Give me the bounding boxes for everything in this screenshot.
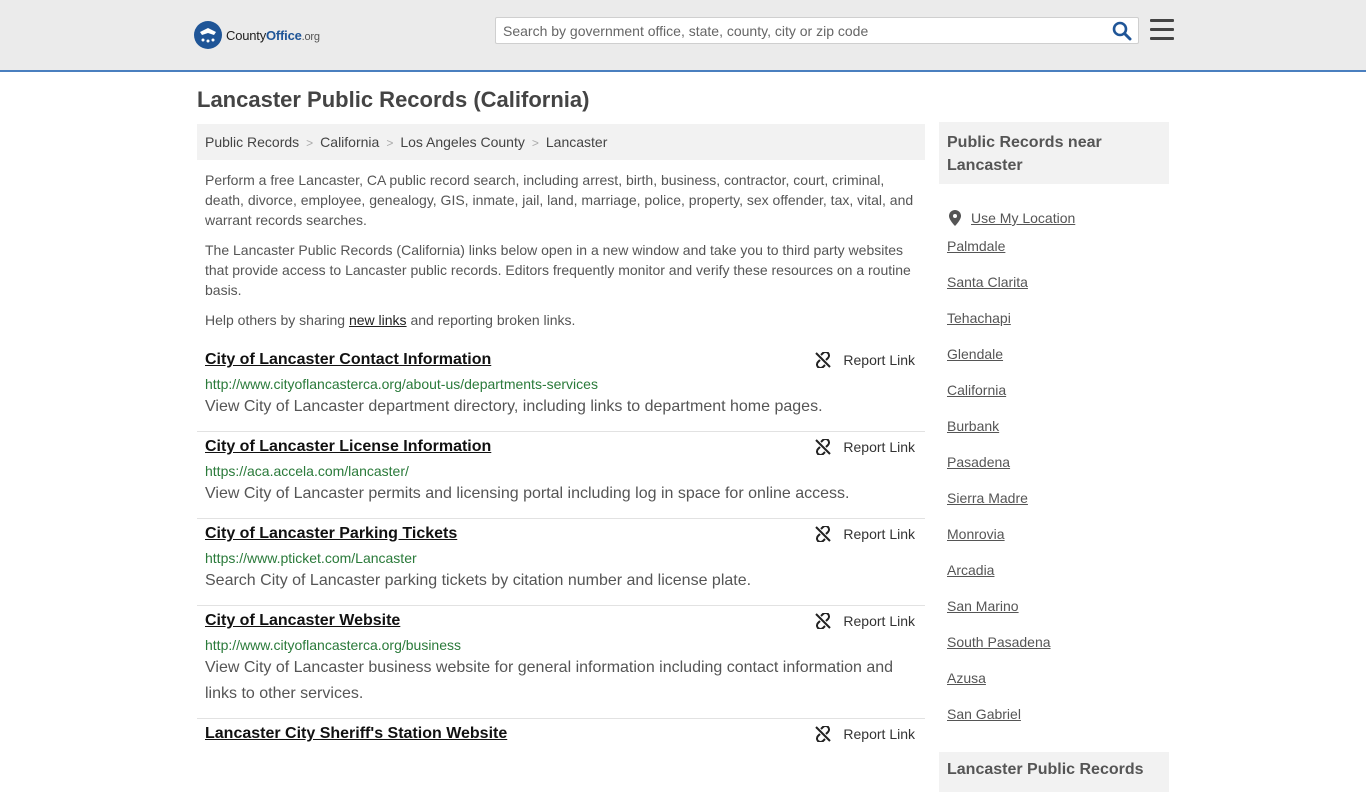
page-title: Lancaster Public Records (California) xyxy=(197,87,590,112)
use-my-location-item: Use My Location xyxy=(947,200,1075,236)
record-url: https://aca.accela.com/lancaster/ xyxy=(205,463,409,479)
nearby-item: Palmdale xyxy=(947,236,1075,272)
nearby-link-glendale[interactable]: Glendale xyxy=(947,346,1003,362)
nearby-item: South Pasadena xyxy=(947,632,1075,668)
sidebar-heading: Public Records near Lancaster xyxy=(939,122,1169,184)
record-description: View City of Lancaster department direct… xyxy=(205,398,823,415)
broken-link-icon xyxy=(815,613,832,629)
new-links-link[interactable]: new links xyxy=(349,312,407,328)
record-list: City of Lancaster Contact Information Re… xyxy=(197,345,925,755)
intro-paragraph-3: Help others by sharing new links and rep… xyxy=(205,312,576,328)
intro-paragraph-2: The Lancaster Public Records (California… xyxy=(205,242,911,298)
nearby-link-arcadia[interactable]: Arcadia xyxy=(947,562,994,578)
nearby-item: Glendale xyxy=(947,344,1075,380)
nearby-item: Arcadia xyxy=(947,560,1075,596)
record-item: City of Lancaster Contact Information Re… xyxy=(197,345,925,432)
breadcrumb-los-angeles-county[interactable]: Los Angeles County xyxy=(400,134,525,150)
search-icon[interactable] xyxy=(1112,21,1132,41)
record-title-link[interactable]: City of Lancaster Website xyxy=(205,611,765,631)
nearby-list: Use My Location Palmdale Santa Clarita T… xyxy=(947,200,1075,740)
breadcrumb-separator-icon: > xyxy=(386,136,394,150)
nearby-item: Santa Clarita xyxy=(947,272,1075,308)
sidebar-heading-2: Lancaster Public Records xyxy=(939,752,1169,792)
report-link-button[interactable]: Report Link xyxy=(815,726,915,742)
search-box xyxy=(495,17,1139,44)
record-title-link[interactable]: Lancaster City Sheriff's Station Website xyxy=(205,724,765,744)
nearby-item: California xyxy=(947,380,1075,416)
use-my-location-link[interactable]: Use My Location xyxy=(971,208,1075,228)
nearby-link-palmdale[interactable]: Palmdale xyxy=(947,238,1005,254)
report-link-button[interactable]: Report Link xyxy=(815,439,915,455)
report-link-button[interactable]: Report Link xyxy=(815,526,915,542)
breadcrumb-california[interactable]: California xyxy=(320,134,379,150)
logo-badge-icon xyxy=(194,21,222,49)
logo-text: CountyOffice.org xyxy=(226,27,320,43)
nearby-item: San Gabriel xyxy=(947,704,1075,740)
nearby-item: San Marino xyxy=(947,596,1075,632)
nearby-link-monrovia[interactable]: Monrovia xyxy=(947,526,1005,542)
breadcrumb: Public Records > California > Los Angeles Co… xyxy=(197,124,925,160)
breadcrumb-public-records[interactable]: Public Records xyxy=(205,134,299,150)
nearby-link-santa-clarita[interactable]: Santa Clarita xyxy=(947,274,1028,290)
broken-link-icon xyxy=(815,439,832,455)
nearby-link-south-pasadena[interactable]: South Pasadena xyxy=(947,634,1051,650)
site-header: CountyOffice.org xyxy=(0,0,1366,72)
record-item: City of Lancaster Parking Tickets Report… xyxy=(197,519,925,606)
record-description: Search City of Lancaster parking tickets… xyxy=(205,572,752,589)
broken-link-icon xyxy=(815,352,832,368)
breadcrumb-lancaster[interactable]: Lancaster xyxy=(546,134,607,150)
breadcrumb-separator-icon: > xyxy=(531,136,539,150)
nearby-link-burbank[interactable]: Burbank xyxy=(947,418,999,434)
report-link-button[interactable]: Report Link xyxy=(815,613,915,629)
breadcrumb-separator-icon: > xyxy=(306,136,314,150)
record-description: View City of Lancaster business website … xyxy=(205,659,894,702)
record-title-link[interactable]: City of Lancaster Parking Tickets xyxy=(205,524,765,544)
record-title-link[interactable]: City of Lancaster License Information xyxy=(205,437,765,457)
nearby-link-azusa[interactable]: Azusa xyxy=(947,670,986,686)
nearby-item: Azusa xyxy=(947,668,1075,704)
nearby-link-sierra-madre[interactable]: Sierra Madre xyxy=(947,490,1028,506)
broken-link-icon xyxy=(815,726,832,742)
map-pin-icon xyxy=(949,210,961,226)
record-url: http://www.cityoflancasterca.org/busines… xyxy=(205,637,462,653)
record-url: http://www.cityoflancasterca.org/about-u… xyxy=(205,376,598,392)
nearby-link-california[interactable]: California xyxy=(947,382,1006,398)
hamburger-menu-icon[interactable] xyxy=(1150,19,1174,41)
record-description: View City of Lancaster permits and licen… xyxy=(205,485,850,502)
nearby-link-san-marino[interactable]: San Marino xyxy=(947,598,1019,614)
broken-link-icon xyxy=(815,526,832,542)
report-link-button[interactable]: Report Link xyxy=(815,352,915,368)
nearby-item: Pasadena xyxy=(947,452,1075,488)
nearby-item: Monrovia xyxy=(947,524,1075,560)
record-url: https://www.pticket.com/Lancaster xyxy=(205,550,417,566)
nearby-item: Burbank xyxy=(947,416,1075,452)
record-item: City of Lancaster Website Report Link ht… xyxy=(197,606,925,719)
site-logo[interactable]: CountyOffice.org xyxy=(194,20,320,50)
search-input[interactable] xyxy=(503,21,1103,41)
nearby-item: Tehachapi xyxy=(947,308,1075,344)
nearby-link-pasadena[interactable]: Pasadena xyxy=(947,454,1010,470)
record-item: City of Lancaster License Information Re… xyxy=(197,432,925,519)
intro-paragraph-1: Perform a free Lancaster, CA public reco… xyxy=(205,172,914,228)
record-title-link[interactable]: City of Lancaster Contact Information xyxy=(205,350,765,370)
nearby-link-san-gabriel[interactable]: San Gabriel xyxy=(947,706,1021,722)
nearby-item: Sierra Madre xyxy=(947,488,1075,524)
record-item: Lancaster City Sheriff's Station Website… xyxy=(197,719,925,755)
nearby-link-tehachapi[interactable]: Tehachapi xyxy=(947,310,1011,326)
